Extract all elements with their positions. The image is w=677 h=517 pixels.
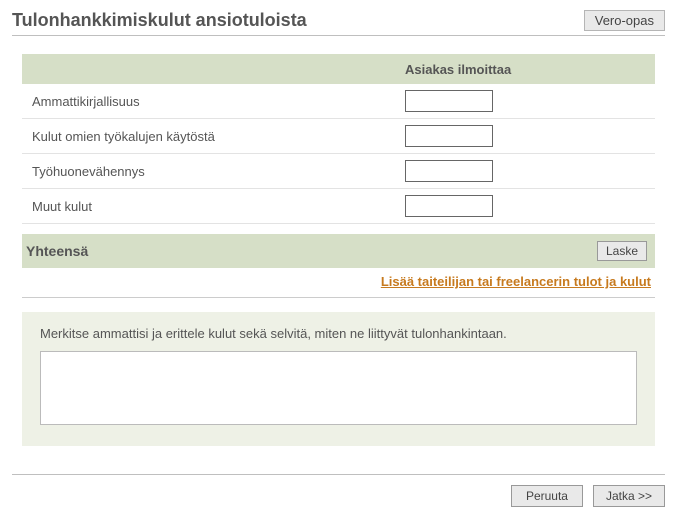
field-row: Työhuonevähennys [22,154,655,189]
field-row: Muut kulut [22,189,655,224]
calculate-button[interactable]: Laske [597,241,647,261]
field-input-cell [405,125,655,147]
field-row: Ammattikirjallisuus [22,84,655,119]
total-row: Yhteensä Laske [22,234,655,268]
field-input-tyokalut[interactable] [405,125,493,147]
column-header-row: Asiakas ilmoittaa [22,54,655,84]
field-input-tyohuone[interactable] [405,160,493,182]
add-freelancer-link[interactable]: Lisää taiteilijan tai freelancerin tulot… [381,274,651,289]
footer-row: Peruuta Jatka >> [12,474,665,507]
cancel-button[interactable]: Peruuta [511,485,583,507]
field-input-muut[interactable] [405,195,493,217]
field-label: Kulut omien työkalujen käytöstä [32,129,405,144]
header-row: Tulonhankkimiskulut ansiotuloista Vero-o… [12,10,665,36]
notes-label: Merkitse ammattisi ja erittele kulut sek… [40,326,637,341]
total-label: Yhteensä [26,243,597,259]
notes-block: Merkitse ammattisi ja erittele kulut sek… [22,312,655,446]
column-header-input: Asiakas ilmoittaa [405,62,655,77]
field-input-ammattikirjallisuus[interactable] [405,90,493,112]
page-title: Tulonhankkimiskulut ansiotuloista [12,10,307,31]
guide-button[interactable]: Vero-opas [584,10,665,31]
field-input-cell [405,195,655,217]
field-label: Muut kulut [32,199,405,214]
expense-form: Asiakas ilmoittaa Ammattikirjallisuus Ku… [22,54,655,298]
field-input-cell [405,90,655,112]
field-label: Työhuonevähennys [32,164,405,179]
notes-textarea[interactable] [40,351,637,425]
field-label: Ammattikirjallisuus [32,94,405,109]
field-input-cell [405,160,655,182]
add-link-row: Lisää taiteilijan tai freelancerin tulot… [22,272,655,297]
continue-button[interactable]: Jatka >> [593,485,665,507]
field-row: Kulut omien työkalujen käytöstä [22,119,655,154]
